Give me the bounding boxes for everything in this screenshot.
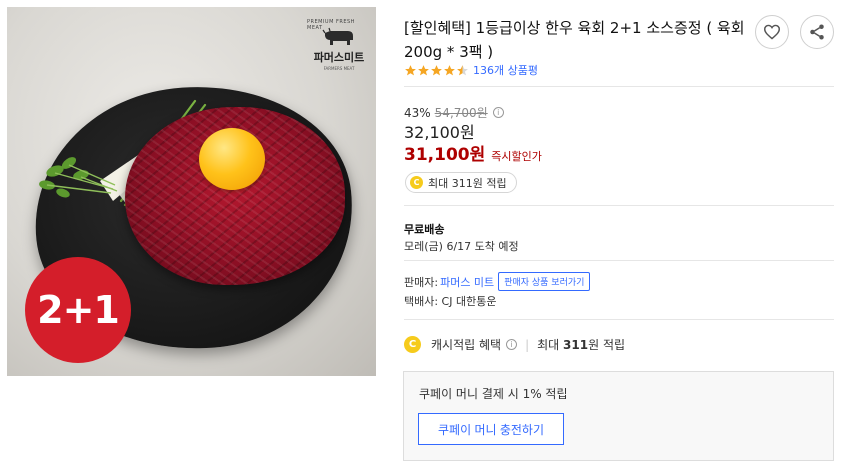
star-icon [444,64,455,75]
product-image: PREMIUM FRESH MEAT 파머스미트 FARMERS MEAT 2+… [7,7,376,376]
coupay-charge-button[interactable]: 쿠페이 머니 충전하기 [418,413,564,445]
cash-benefit-suffix: 원 적립 [588,338,626,352]
cash-benefit-row: C 캐시적립 혜택 i | 최대 311 원 적립 [404,336,625,353]
share-icon [810,24,824,40]
coupay-money-text: 쿠페이 머니 결제 시 1% 적립 [419,387,568,401]
cow-icon [322,27,353,45]
divider [404,319,834,320]
star-icon [431,64,442,75]
star-icon [418,64,429,75]
brand-logo-sub: FARMERS MEAT [323,66,355,71]
info-icon[interactable]: i [492,107,504,118]
promo-badge: 2+1 [25,257,131,363]
cash-benefit-prefix: 최대 [537,338,560,352]
brand-logo-arc: PREMIUM FRESH MEAT [307,19,355,31]
separator: | [525,337,530,352]
star-icon [405,64,416,75]
info-icon[interactable]: i [506,339,518,350]
wishlist-button[interactable] [755,15,789,49]
cash-benefit-label: 캐시적립 혜택 [431,338,502,352]
coupon-label: 즉시할인가 [491,150,542,163]
brand-logo: PREMIUM FRESH MEAT 파머스미트 FARMERS MEAT [307,19,371,83]
seller-name-link[interactable]: 파머스 미트 [440,274,494,290]
seller-products-button[interactable]: 판매자 상품 보러가기 [498,272,591,291]
egg-yolk [199,128,265,190]
delivery-label: 무료배송 [404,223,445,236]
seller-row: 판매자: 파머스 미트 판매자 상품 보러가기 [404,272,591,291]
coupon-price-row: 31,100원 즉시할인가 [404,140,542,165]
divider [404,86,834,87]
shipper-info: 택배사: CJ 대한통운 [404,295,497,308]
discount-rate: 43% [404,105,431,120]
divider [404,260,834,261]
brand-logo-text: 파머스미트 [313,51,365,64]
delivery-date: 모레(금) 6/17 도착 예정 [404,240,519,253]
divider [404,205,834,206]
rating-row: 136개 상품평 [404,62,538,78]
heart-icon [763,24,781,40]
coupay-money-box: 쿠페이 머니 결제 시 1% 적립 쿠페이 머니 충전하기 [403,371,834,461]
cash-benefit-amount: 311 [563,337,589,352]
cash-coin-icon: C [410,176,423,189]
cash-reward-text: 최대 311원 적립 [428,176,507,190]
product-title: [할인혜택] 1등급이상 한우 육회 2+1 소스증정 ( 육회 200g * … [404,19,745,61]
half-star-icon [457,64,468,75]
cash-coin-icon: C [404,336,421,353]
review-count-link[interactable]: 136개 상품평 [473,62,538,78]
coupon-price: 31,100원 [404,145,486,165]
share-button[interactable] [800,15,834,49]
rating-stars [404,64,469,77]
cash-reward-pill: C 최대 311원 적립 [405,172,517,193]
seller-label: 판매자: [404,275,439,289]
